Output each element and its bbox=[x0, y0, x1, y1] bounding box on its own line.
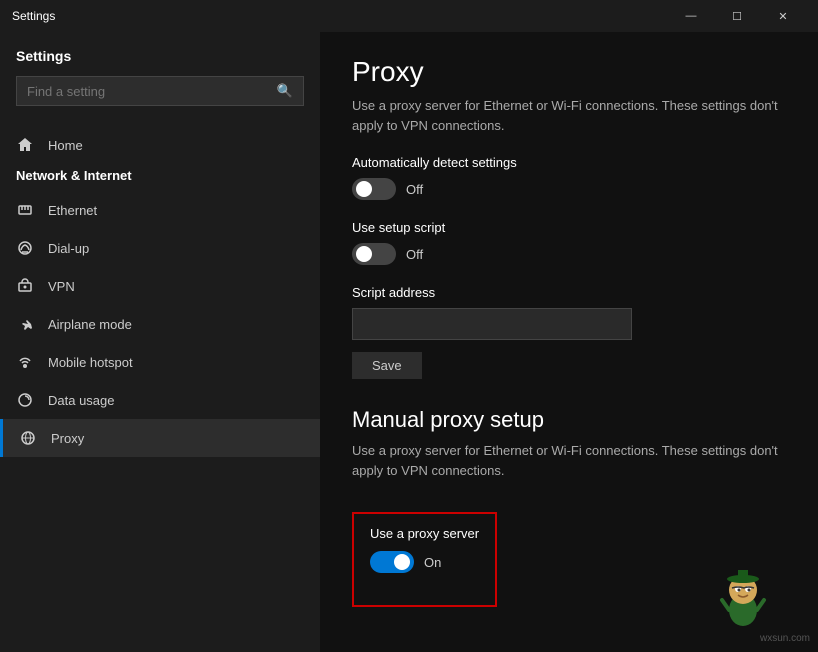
sidebar-item-dialup[interactable]: Dial-up bbox=[0, 229, 320, 267]
page-title: Proxy bbox=[352, 56, 786, 88]
sidebar-item-hotspot[interactable]: Mobile hotspot bbox=[0, 343, 320, 381]
titlebar: Settings — ☐ ✕ bbox=[0, 0, 818, 32]
setup-script-toggle[interactable] bbox=[352, 243, 396, 265]
sidebar-item-airplane[interactable]: Airplane mode bbox=[0, 305, 320, 343]
home-icon bbox=[16, 136, 34, 154]
hotspot-icon bbox=[16, 353, 34, 371]
proxy-server-toggle-row: On bbox=[370, 551, 479, 573]
auto-detect-label: Automatically detect settings bbox=[352, 155, 786, 170]
maximize-button[interactable]: ☐ bbox=[714, 0, 760, 32]
dialup-icon bbox=[16, 239, 34, 257]
setup-script-label: Use setup script bbox=[352, 220, 786, 235]
proxy-server-thumb bbox=[394, 554, 410, 570]
setup-script-state: Off bbox=[406, 247, 423, 262]
script-address-input[interactable] bbox=[352, 308, 632, 340]
sidebar-item-hotspot-label: Mobile hotspot bbox=[48, 355, 133, 370]
sidebar-section-label: Network & Internet bbox=[0, 164, 320, 191]
sidebar-item-vpn[interactable]: VPN bbox=[0, 267, 320, 305]
sidebar-item-airplane-label: Airplane mode bbox=[48, 317, 132, 332]
proxy-server-label: Use a proxy server bbox=[370, 526, 479, 541]
sidebar-item-proxy[interactable]: Proxy bbox=[0, 419, 320, 457]
sidebar-item-data-label: Data usage bbox=[48, 393, 115, 408]
sidebar: Settings 🔍 Home Network & Internet bbox=[0, 32, 320, 652]
sidebar-title: Settings bbox=[16, 48, 304, 64]
sidebar-item-vpn-label: VPN bbox=[48, 279, 75, 294]
settings-window: Settings — ☐ ✕ Settings 🔍 bbox=[0, 0, 818, 652]
sidebar-item-home-label: Home bbox=[48, 138, 83, 153]
auto-detect-thumb bbox=[356, 181, 372, 197]
auto-detect-toggle-row: Off bbox=[352, 178, 786, 200]
main-content: Proxy Use a proxy server for Ethernet or… bbox=[320, 32, 818, 652]
save-button[interactable]: Save bbox=[352, 352, 422, 379]
proxy-server-state: On bbox=[424, 555, 441, 570]
search-box[interactable]: 🔍 bbox=[16, 76, 304, 106]
window-controls: — ☐ ✕ bbox=[668, 0, 806, 32]
proxy-server-toggle[interactable] bbox=[370, 551, 414, 573]
manual-proxy-title: Manual proxy setup bbox=[352, 407, 786, 433]
minimize-button[interactable]: — bbox=[668, 0, 714, 32]
watermark: wxsun.com bbox=[760, 633, 810, 644]
sidebar-item-proxy-label: Proxy bbox=[51, 431, 84, 446]
setup-script-thumb bbox=[356, 246, 372, 262]
content-area: Settings 🔍 Home Network & Internet bbox=[0, 32, 818, 652]
auto-detect-toggle[interactable] bbox=[352, 178, 396, 200]
sidebar-item-data[interactable]: Data usage bbox=[0, 381, 320, 419]
data-icon bbox=[16, 391, 34, 409]
proxy-server-box: Use a proxy server On bbox=[352, 512, 497, 607]
mascot-image bbox=[708, 562, 778, 632]
close-button[interactable]: ✕ bbox=[760, 0, 806, 32]
proxy-icon bbox=[19, 429, 37, 447]
airplane-icon bbox=[16, 315, 34, 333]
sidebar-item-ethernet-label: Ethernet bbox=[48, 203, 97, 218]
vpn-icon bbox=[16, 277, 34, 295]
auto-detect-state: Off bbox=[406, 182, 423, 197]
sidebar-header: Settings 🔍 bbox=[0, 32, 320, 126]
sidebar-item-dialup-label: Dial-up bbox=[48, 241, 89, 256]
window-title: Settings bbox=[12, 9, 668, 23]
auto-section-description: Use a proxy server for Ethernet or Wi-Fi… bbox=[352, 96, 786, 135]
sidebar-item-ethernet[interactable]: Ethernet bbox=[0, 191, 320, 229]
setup-script-toggle-row: Off bbox=[352, 243, 786, 265]
sidebar-item-home[interactable]: Home bbox=[0, 126, 320, 164]
search-input[interactable] bbox=[27, 84, 277, 99]
manual-section-description: Use a proxy server for Ethernet or Wi-Fi… bbox=[352, 441, 786, 480]
ethernet-icon bbox=[16, 201, 34, 219]
search-icon: 🔍 bbox=[277, 83, 293, 99]
script-address-label: Script address bbox=[352, 285, 786, 300]
